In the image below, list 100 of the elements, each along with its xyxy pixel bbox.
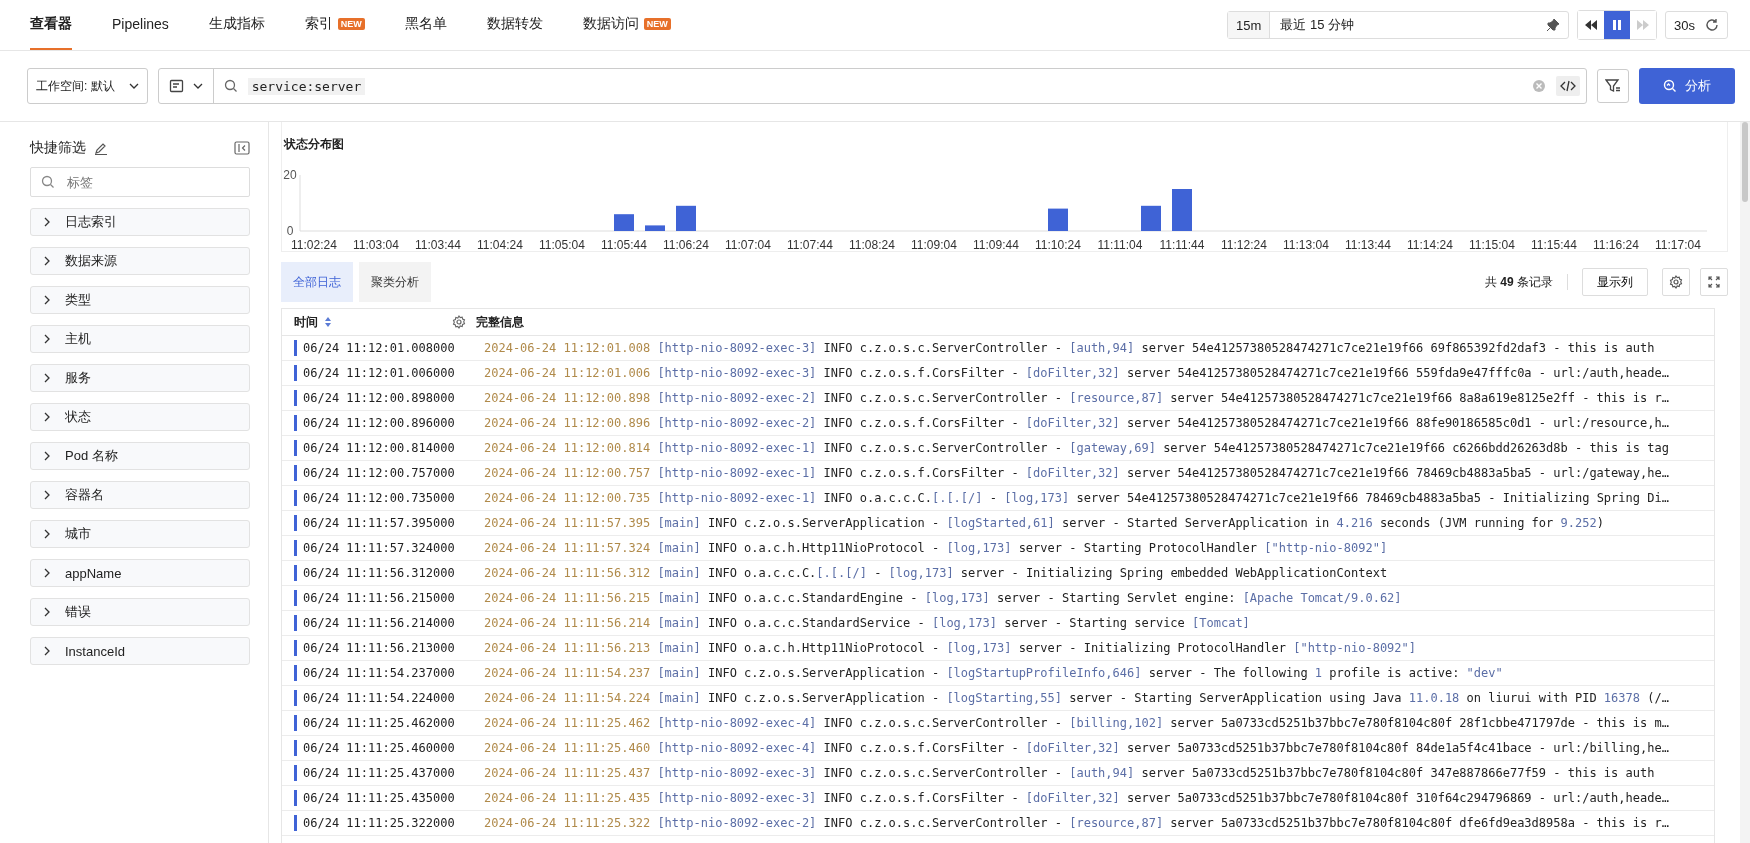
search-field[interactable]: 标签: [30, 167, 250, 197]
x-tick-label: 11:11:04: [1097, 238, 1143, 252]
log-view-tab[interactable]: 聚类分析: [359, 262, 431, 302]
log-message: 2024-06-24 11:11:56.213 [main] INFO o.a.c.h.Http11NioProtocol - [log,173] server - Initializing ProtocolHandler ["http-nio-8092"]: [483, 641, 1416, 655]
record-count: 共 49 条记录: [1484, 273, 1553, 291]
filter-settings-button[interactable]: [1597, 69, 1629, 103]
chevron-icon: [43, 295, 51, 305]
log-message: 2024-06-24 11:11:25.322 [http-nio-8092-exec-2] INFO c.z.o.s.c.ServerController - [resource,87] server 5a0733cd5251b37bbc7e780f8104c80f dfe6fd9ea3d8958a - this is r…: [483, 816, 1669, 830]
log-time: 06/24 11:12:00.814000: [303, 441, 455, 455]
caret-icon: [192, 83, 203, 89]
column-header[interactable]: 完整信息: [476, 313, 524, 331]
nav-tab[interactable]: Pipelines: [112, 0, 169, 50]
filter-group[interactable]: 错误: [30, 598, 250, 626]
log-view-tab[interactable]: 全部日志: [281, 262, 353, 302]
nav-tab[interactable]: 生成指标: [208, 0, 265, 50]
filter-group[interactable]: 容器名: [30, 481, 250, 509]
log-message: 2024-06-24 11:12:01.008 [http-nio-8092-exec-3] INFO c.z.o.s.c.ServerController - [auth,94] server 54e41257380528474271c7ce21e19f66 69f865392fd2daf3 - this is auth: [483, 341, 1655, 355]
settings-icon[interactable]: [452, 315, 466, 329]
chart-bar: [645, 225, 665, 231]
log-level-marker: [294, 565, 297, 581]
analyze-button[interactable]: 分析: [1639, 68, 1735, 104]
log-message: 2024-06-24 11:11:57.395 [main] INFO c.z.o.s.ServerApplication - [logStarted,61] server - Started ServerApplication in 4.216 seconds (JVM running for 9.252): [483, 516, 1604, 530]
filter-group[interactable]: 城市: [30, 520, 250, 548]
fullscreen-button[interactable]: [1700, 268, 1728, 296]
log-message: 2024-06-24 11:11:56.312 [main] INFO o.a.c.c.C.[.[.[/] - [log,173] server - Initializing Spring embedded WebApplicationContext: [483, 566, 1388, 580]
chart-bar: [676, 205, 696, 231]
magnifier-icon: [1663, 79, 1677, 93]
chevron-icon: [43, 490, 51, 500]
x-tick-label: 11:04:24: [477, 238, 523, 252]
log-level-marker: [294, 615, 297, 631]
code-toggle-button[interactable]: [1556, 76, 1580, 96]
list-icon: [168, 78, 185, 94]
workspace-select[interactable]: 工作空间: 默认: [27, 68, 148, 104]
x-tick-label: 11:15:44: [1531, 238, 1577, 252]
log-message: 2024-06-24 11:12:00.896 [http-nio-8092-exec-2] INFO c.z.o.s.f.CorsFilter - [doFilter,32] server 54e41257380528474271c7ce21e19f66 88fe90186585c0d1 - url:/resource,h…: [483, 416, 1669, 430]
chevron-icon: [43, 607, 51, 617]
filter-group[interactable]: Pod 名称: [30, 442, 250, 470]
filter-group[interactable]: 服务: [30, 364, 250, 392]
refresh-icon[interactable]: [1705, 18, 1719, 32]
log-time: 06/24 11:11:25.462000: [303, 716, 455, 730]
nav-tab[interactable]: 数据转发: [486, 0, 543, 50]
log-time: 06/24 11:11:56.214000: [303, 616, 455, 630]
nav-tab[interactable]: 索引 NEW: [304, 0, 365, 50]
column-header[interactable]: 时间: [294, 313, 318, 331]
quick-filter-title: 快捷筛选: [30, 139, 86, 157]
log-level-marker: [294, 540, 297, 556]
x-tick-label: 11:03:44: [415, 238, 461, 252]
log-time: 06/24 11:12:00.898000: [303, 391, 455, 405]
log-message: 2024-06-24 11:12:00.735 [http-nio-8092-exec-1] INFO o.a.c.c.C.[.[.[/] - [log,173] server 54e41257380528474271c7ce21e19f66 78469cb4883a5ba5 - Initializing Spring Di…: [483, 491, 1669, 505]
chevron-icon: [43, 646, 51, 656]
log-level-marker: [294, 415, 297, 431]
nav-tab[interactable]: 数据访问 NEW: [582, 0, 671, 50]
new-badge: NEW: [643, 18, 671, 30]
search-icon: [223, 79, 238, 93]
x-tick-label: 11:12:24: [1221, 238, 1267, 252]
log-message: 2024-06-24 11:11:25.437 [http-nio-8092-exec-3] INFO c.z.o.s.c.ServerController - [auth,94] server 5a0733cd5251b37bbc7e780f8104c80f 347e887866e77f59 - this is auth: [483, 766, 1655, 780]
x-tick-label: 11:02:24: [291, 238, 337, 252]
log-time: 06/24 11:11:25.460000: [303, 741, 455, 755]
nav-tab[interactable]: 查看器: [30, 0, 72, 50]
log-time: 06/24 11:12:00.896000: [303, 416, 455, 430]
log-time: 06/24 11:11:57.324000: [303, 541, 455, 555]
chevron-icon: [43, 412, 51, 422]
filter-group[interactable]: InstanceId: [30, 637, 250, 665]
chevron-icon: [43, 529, 51, 539]
sort-icon[interactable]: [324, 316, 332, 328]
filter-icon: [1605, 78, 1621, 94]
pin-icon[interactable]: [1546, 18, 1561, 32]
time-range-picker[interactable]: 15m 最近 15 分钟: [1227, 11, 1570, 39]
chevron-icon: [43, 451, 51, 461]
filter-group[interactable]: appName: [30, 559, 250, 587]
show-columns-button[interactable]: 显示列: [1582, 268, 1648, 296]
expand-icon: [1708, 276, 1720, 288]
query-field[interactable]: service:server: [157, 68, 1587, 104]
pencil-icon[interactable]: [94, 141, 108, 155]
pause-button[interactable]: [1604, 11, 1631, 39]
filter-group[interactable]: 主机: [30, 325, 250, 353]
y-tick-label: 20: [283, 168, 297, 182]
new-badge: NEW: [337, 18, 365, 30]
log-time: 06/24 11:12:00.735000: [303, 491, 455, 505]
log-message: 2024-06-24 11:11:56.215 [main] INFO o.a.c.c.StandardEngine - [log,173] server - Starting Servlet engine: [Apache Tomcat/9.0.62]: [483, 591, 1402, 605]
log-message: 2024-06-24 11:12:00.757 [http-nio-8092-exec-1] INFO c.z.o.s.f.CorsFilter - [doFilter,32] server 54e41257380528474271c7ce21e19f66 78469cb4883a5ba5 - url:/gateway,he…: [483, 466, 1669, 480]
x-tick-label: 11:14:24: [1407, 238, 1453, 252]
nav-tab[interactable]: 黑名单: [404, 0, 447, 50]
filter-group[interactable]: 状态: [30, 403, 250, 431]
log-time: 06/24 11:11:54.224000: [303, 691, 455, 705]
log-message: 2024-06-24 11:11:56.214 [main] INFO o.a.c.c.StandardService - [log,173] server - Starting service [Tomcat]: [483, 616, 1250, 630]
settings-button[interactable]: [1662, 268, 1690, 296]
log-time: 06/24 11:11:56.312000: [303, 566, 455, 580]
filter-group[interactable]: 数据来源: [30, 247, 250, 275]
collapse-panel-icon[interactable]: [234, 141, 250, 155]
x-tick-label: 11:07:44: [787, 238, 833, 252]
x-tick-label: 11:03:04: [353, 238, 399, 252]
scrollbar-thumb[interactable]: [1742, 122, 1748, 202]
filter-group[interactable]: 类型: [30, 286, 250, 314]
refresh-control[interactable]: 30s: [1665, 11, 1728, 39]
filter-group[interactable]: 日志索引: [30, 208, 250, 236]
log-level-marker: [294, 815, 297, 831]
chart-title: 状态分布图: [282, 136, 345, 153]
x-tick-label: 11:05:04: [539, 238, 585, 252]
x-tick-label: 11:13:44: [1345, 238, 1391, 252]
